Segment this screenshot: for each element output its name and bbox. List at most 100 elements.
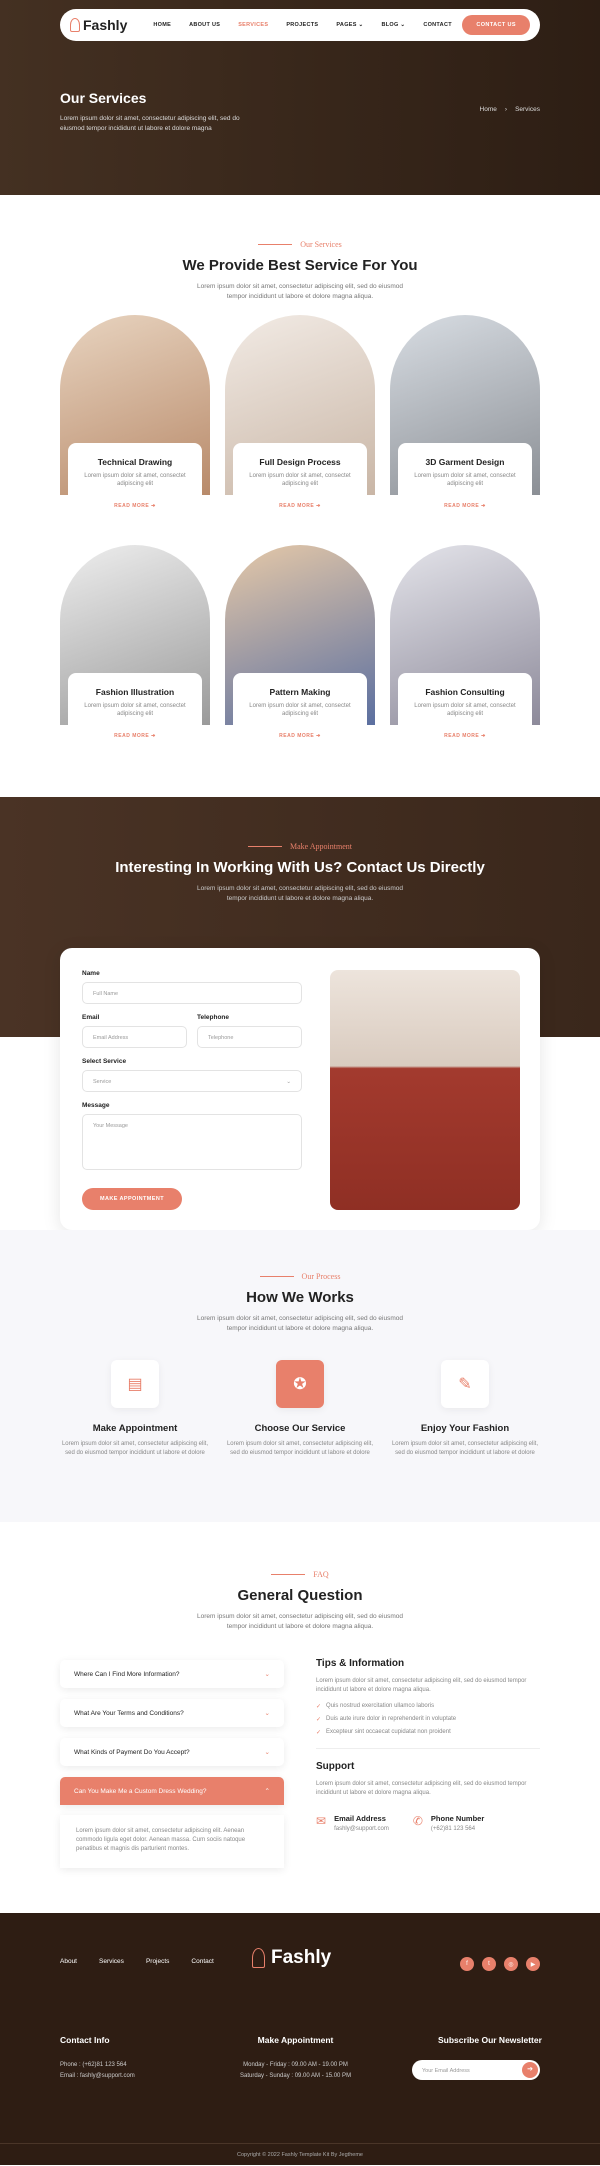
faq-question[interactable]: What Are Your Terms and Conditions? ⌄ <box>60 1699 284 1727</box>
service-select-value: Service <box>93 1079 112 1085</box>
read-more-label: READ MORE <box>114 503 150 509</box>
arrow-right-icon: ➔ <box>151 503 156 509</box>
facebook-icon[interactable]: f <box>460 1957 474 1971</box>
service-desc: Lorem ipsum dolor sit amet, consectet ad… <box>84 473 186 487</box>
nav-services[interactable]: SERVICES <box>238 22 268 28</box>
breadcrumb-current: Services <box>515 106 540 113</box>
footer-link-contact[interactable]: Contact <box>191 1958 213 1965</box>
step-desc: Lorem ipsum dolor sit amet, consectetur … <box>391 1441 539 1456</box>
faq-question-label: What Kinds of Payment Do You Accept? <box>74 1748 190 1756</box>
telephone-field[interactable]: Telephone <box>197 1026 302 1048</box>
email-contact: ✉ Email Address fashly@support.com <box>316 1814 389 1832</box>
footer-nav: About Services Projects Contact <box>60 1958 214 1965</box>
appointment-form: Name Full Name Email Email Address Telep… <box>60 948 540 1230</box>
nav-about[interactable]: ABOUT US <box>189 22 220 28</box>
service-title: Full Design Process <box>259 457 341 467</box>
footer-logo[interactable]: Fashly <box>252 1947 331 1969</box>
faq-question[interactable]: What Kinds of Payment Do You Accept? ⌄ <box>60 1738 284 1766</box>
nav-blog[interactable]: BLOG ⌄ <box>381 22 405 28</box>
footer-link-about[interactable]: About <box>60 1958 77 1965</box>
nav-links: HOME ABOUT US SERVICES PROJECTS PAGES ⌄ … <box>153 22 452 28</box>
section-lead: Lorem ipsum dolor sit amet, consectetur … <box>197 283 403 300</box>
send-arrow-icon[interactable]: ➔ <box>522 2062 538 2078</box>
service-select[interactable]: Service ⌄ <box>82 1070 302 1092</box>
section-subtitle: Our Process <box>0 1272 600 1281</box>
contact-us-button[interactable]: CONTACT US <box>462 15 530 35</box>
email-field[interactable]: Email Address <box>82 1026 187 1048</box>
service-card[interactable]: Pattern Making Lorem ipsum dolor sit amet… <box>225 545 375 739</box>
footer-brand: Fashly <box>271 1947 332 1968</box>
read-more-link[interactable]: READ MORE ➔ <box>60 733 210 739</box>
footer-link-services[interactable]: Services <box>99 1958 124 1965</box>
tips-panel: Tips & Information Lorem ipsum dolor sit… <box>316 1658 540 1832</box>
service-card-body: Fashion Illustration Lorem ipsum dolor si… <box>68 673 202 725</box>
service-title: 3D Garment Design <box>425 457 505 467</box>
faq-question-label: Can You Make Me a Custom Dress Wedding? <box>74 1787 207 1795</box>
phone-value[interactable]: (+62)81 123 564 <box>431 1826 484 1832</box>
instagram-icon[interactable]: ◎ <box>504 1957 518 1971</box>
nav-pages[interactable]: PAGES ⌄ <box>336 22 363 28</box>
step-title: Make Appointment <box>92 1423 178 1434</box>
nav-contact[interactable]: CONTACT <box>423 22 452 28</box>
badge-icon: ✪ <box>276 1360 324 1408</box>
read-more-link[interactable]: READ MORE ➔ <box>225 733 375 739</box>
faq-question-open[interactable]: Can You Make Me a Custom Dress Wedding? ⌃ <box>60 1777 284 1805</box>
chevron-right-icon: › <box>504 106 508 113</box>
make-appointment-button[interactable]: MAKE APPOINTMENT <box>82 1188 182 1210</box>
faq-question-label: What Are Your Terms and Conditions? <box>74 1709 184 1717</box>
service-card[interactable]: Full Design Process Lorem ipsum dolor sit… <box>225 315 375 509</box>
hero-description: Lorem ipsum dolor sit amet, consectetur … <box>60 115 240 132</box>
service-card-body: Technical Drawing Lorem ipsum dolor sit a… <box>68 443 202 495</box>
site-footer: About Services Projects Contact Fashly f… <box>0 1913 600 2165</box>
arrow-right-icon: ➔ <box>151 733 156 739</box>
process-step: ✪ Choose Our Service Lorem ipsum dolor s… <box>225 1360 375 1458</box>
service-card[interactable]: Technical Drawing Lorem ipsum dolor sit a… <box>60 315 210 509</box>
footer-contact: Contact Info Phone : (+62)81 123 564 Ema… <box>60 2035 135 2082</box>
tips-list: ✓ Quis nostrud exercitation ullamco labor… <box>316 1703 540 1736</box>
nav-projects[interactable]: PROJECTS <box>286 22 318 28</box>
service-card[interactable]: 3D Garment Design Lorem ipsum dolor sit a… <box>390 315 540 509</box>
email-value[interactable]: fashly@support.com <box>334 1826 389 1832</box>
service-card[interactable]: Fashion Illustration Lorem ipsum dolor si… <box>60 545 210 739</box>
service-card-body: Fashion Consulting Lorem ipsum dolor sit … <box>398 673 532 725</box>
social-links: f t ◎ ▶ <box>460 1957 540 1971</box>
nav-home[interactable]: HOME <box>153 22 171 28</box>
service-card[interactable]: Fashion Consulting Lorem ipsum dolor sit … <box>390 545 540 739</box>
tip-text: Quis nostrud exercitation ullamco labori… <box>326 1703 435 1709</box>
footer-hours: Make Appointment Monday - Friday : 09.00… <box>240 2035 351 2082</box>
read-more-link[interactable]: READ MORE ➔ <box>390 733 540 739</box>
read-more-link[interactable]: READ MORE ➔ <box>390 503 540 509</box>
chevron-down-icon: ⌄ <box>264 1671 270 1678</box>
section-subtitle: Our Services <box>0 240 600 249</box>
support-desc: Lorem ipsum dolor sit amet, consectetur … <box>316 1781 527 1796</box>
newsletter-email-input[interactable]: Your Email Address ➔ <box>412 2060 540 2080</box>
chevron-down-icon: ⌄ <box>286 1079 291 1085</box>
message-field[interactable]: Your Message <box>82 1114 302 1170</box>
telephone-label: Telephone <box>197 1014 230 1021</box>
read-more-link[interactable]: READ MORE ➔ <box>60 503 210 509</box>
support-title: Support <box>316 1761 355 1772</box>
process-step: ▤ Make Appointment Lorem ipsum dolor sit… <box>60 1360 210 1458</box>
read-more-link[interactable]: READ MORE ➔ <box>225 503 375 509</box>
footer-link-projects[interactable]: Projects <box>146 1958 169 1965</box>
phone-contact: ✆ Phone Number (+62)81 123 564 <box>413 1814 484 1832</box>
message-label: Message <box>82 1102 110 1109</box>
breadcrumb-home[interactable]: Home <box>480 106 497 113</box>
service-card-body: 3D Garment Design Lorem ipsum dolor sit a… <box>398 443 532 495</box>
name-field[interactable]: Full Name <box>82 982 302 1004</box>
faq-question[interactable]: Where Can I Find More Information? ⌄ <box>60 1660 284 1688</box>
footer-hours-weekday: Monday - Friday : 09.00 AM - 19.00 PM <box>243 2062 348 2068</box>
brand-logo[interactable]: Fashly <box>70 17 127 33</box>
section-subtitle: FAQ <box>0 1570 600 1579</box>
youtube-icon[interactable]: ▶ <box>526 1957 540 1971</box>
section-title: General Question <box>237 1587 363 1604</box>
read-more-label: READ MORE <box>444 733 480 739</box>
chevron-down-icon: ⌄ <box>358 22 364 28</box>
email-label: Email <box>82 1014 100 1021</box>
read-more-label: READ MORE <box>114 733 150 739</box>
twitter-icon[interactable]: t <box>482 1957 496 1971</box>
chevron-up-icon: ⌃ <box>264 1788 270 1795</box>
name-label: Name <box>82 970 100 977</box>
phone-icon: ✆ <box>412 1814 423 1828</box>
page-title: Our Services <box>60 90 147 106</box>
